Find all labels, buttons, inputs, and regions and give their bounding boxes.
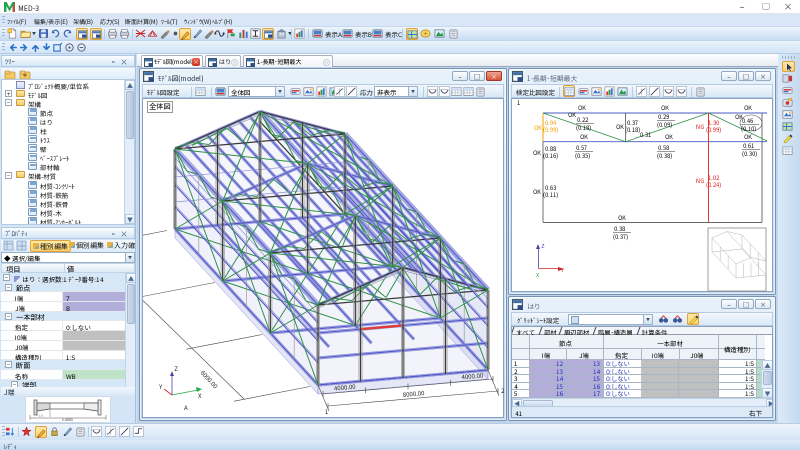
svg-text:2: 2 (501, 386, 504, 395)
svg-text:OK: OK (533, 187, 541, 196)
svg-text:(0.99): (0.99) (543, 125, 558, 134)
svg-text:1: 1 (517, 99, 520, 107)
svg-text:(0.16): (0.16) (543, 151, 558, 160)
svg-text:OK: OK (568, 110, 576, 119)
svg-text:Z: Z (541, 242, 546, 250)
svg-text:8.0000: 8.0000 (62, 418, 73, 422)
svg-text:X: X (536, 271, 540, 279)
svg-text:(0.18): (0.18) (576, 123, 591, 132)
svg-text:OK: OK (661, 103, 669, 112)
svg-text:Z: Z (174, 364, 179, 373)
svg-text:4000.00: 4000.00 (334, 382, 356, 393)
svg-text:OK: OK (534, 123, 542, 132)
svg-text:OK: OK (744, 103, 752, 112)
svg-text:(0.38): (0.38) (657, 151, 672, 160)
svg-text:Y: Y (561, 266, 564, 274)
svg-text:(0.37): (0.37) (613, 232, 628, 241)
svg-text:OK: OK (618, 213, 626, 222)
svg-text:OK: OK (578, 103, 586, 112)
svg-text:1.0: 1.0 (38, 414, 43, 418)
svg-text:NG: NG (696, 176, 704, 185)
svg-text:NG: NG (696, 122, 704, 131)
svg-text:OK: OK (616, 122, 624, 131)
svg-text:(0.18): (0.18) (625, 125, 640, 134)
svg-text:1: 1 (325, 407, 328, 416)
svg-text:(0.24): (0.24) (706, 180, 721, 189)
svg-text:(0.11): (0.11) (543, 190, 558, 199)
svg-text:(0.30): (0.30) (742, 149, 757, 158)
svg-text:OK: OK (744, 132, 752, 141)
svg-text:OK: OK (665, 132, 673, 141)
svg-text:X: X (198, 391, 202, 400)
svg-text:Y: Y (158, 382, 163, 391)
svg-text:8000.00: 8000.00 (402, 388, 424, 399)
svg-text:(0.99): (0.99) (706, 125, 721, 134)
svg-text:A: A (184, 403, 188, 412)
svg-text:6000.00: 6000.00 (199, 368, 220, 390)
svg-text:4000.00: 4000.00 (461, 371, 483, 382)
svg-text:OK: OK (580, 132, 588, 141)
svg-text:OK: OK (533, 148, 541, 157)
svg-text:0.31: 0.31 (640, 130, 651, 139)
svg-text:(0.09): (0.09) (657, 120, 672, 129)
svg-text:(0.35): (0.35) (575, 151, 590, 160)
